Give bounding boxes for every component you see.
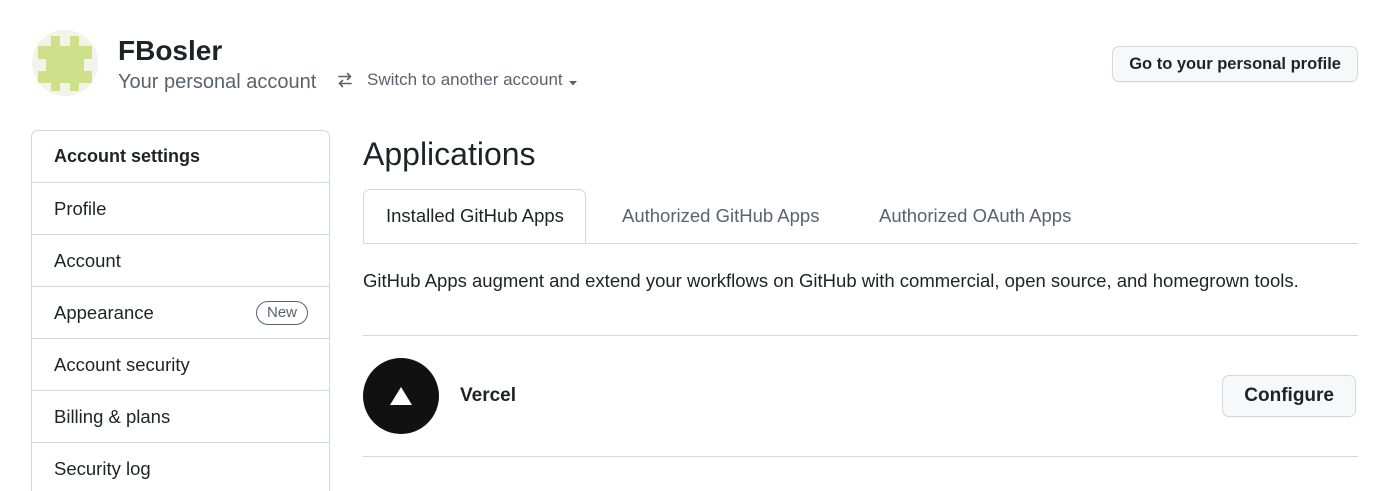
sidebar-item-label: Security log xyxy=(54,457,151,479)
account-header: FBosler Your personal account Switch to … xyxy=(32,30,1358,102)
sidebar-item-label: Profile xyxy=(54,197,107,219)
tab-installed-github-apps[interactable]: Installed GitHub Apps xyxy=(363,189,586,243)
go-to-profile-button[interactable]: Go to your personal profile xyxy=(1112,46,1358,82)
avatar[interactable] xyxy=(32,30,98,96)
app-name[interactable]: Vercel xyxy=(460,385,516,407)
user-name: FBosler xyxy=(118,35,223,66)
sidebar-item-label: Appearance xyxy=(54,301,154,323)
account-type-label: Your personal account xyxy=(118,71,317,93)
settings-page: FBosler Your personal account Switch to … xyxy=(0,0,1400,491)
tab-authorized-oauth-apps[interactable]: Authorized OAuth Apps xyxy=(879,189,1071,243)
identicon-icon xyxy=(32,30,98,96)
sidebar-item-billing[interactable]: Billing & plans xyxy=(32,391,329,443)
sidebar-item-account[interactable]: Account xyxy=(32,235,329,287)
apps-description: GitHub Apps augment and extend your work… xyxy=(363,270,1299,291)
sidebar-heading: Account settings xyxy=(32,131,329,183)
page-title: Applications xyxy=(363,136,536,172)
tab-authorized-github-apps[interactable]: Authorized GitHub Apps xyxy=(622,189,819,243)
app-row: Vercel Configure xyxy=(363,336,1358,457)
configure-button[interactable]: Configure xyxy=(1222,375,1356,417)
sidebar-item-profile[interactable]: Profile xyxy=(32,183,329,235)
sidebar-item-account-security[interactable]: Account security xyxy=(32,339,329,391)
settings-sidebar: Account settings Profile Account Appeara… xyxy=(31,130,330,491)
sidebar-item-security-log[interactable]: Security log xyxy=(32,443,329,491)
tab-nav: Installed GitHub Apps Authorized GitHub … xyxy=(363,189,1358,244)
vercel-logo xyxy=(363,358,439,434)
switch-account-label: Switch to another account xyxy=(367,70,563,89)
sidebar-item-label: Billing & plans xyxy=(54,405,171,427)
sidebar-item-label: Account security xyxy=(54,353,190,375)
new-badge: New xyxy=(255,300,308,325)
caret-down-icon xyxy=(567,74,579,86)
vercel-triangle-icon xyxy=(390,387,412,405)
arrow-switch-icon xyxy=(335,70,355,90)
sidebar-item-appearance[interactable]: Appearance New xyxy=(32,287,329,339)
switch-account-button[interactable]: Switch to another account xyxy=(335,70,579,90)
sidebar-item-label: Account xyxy=(54,249,121,271)
